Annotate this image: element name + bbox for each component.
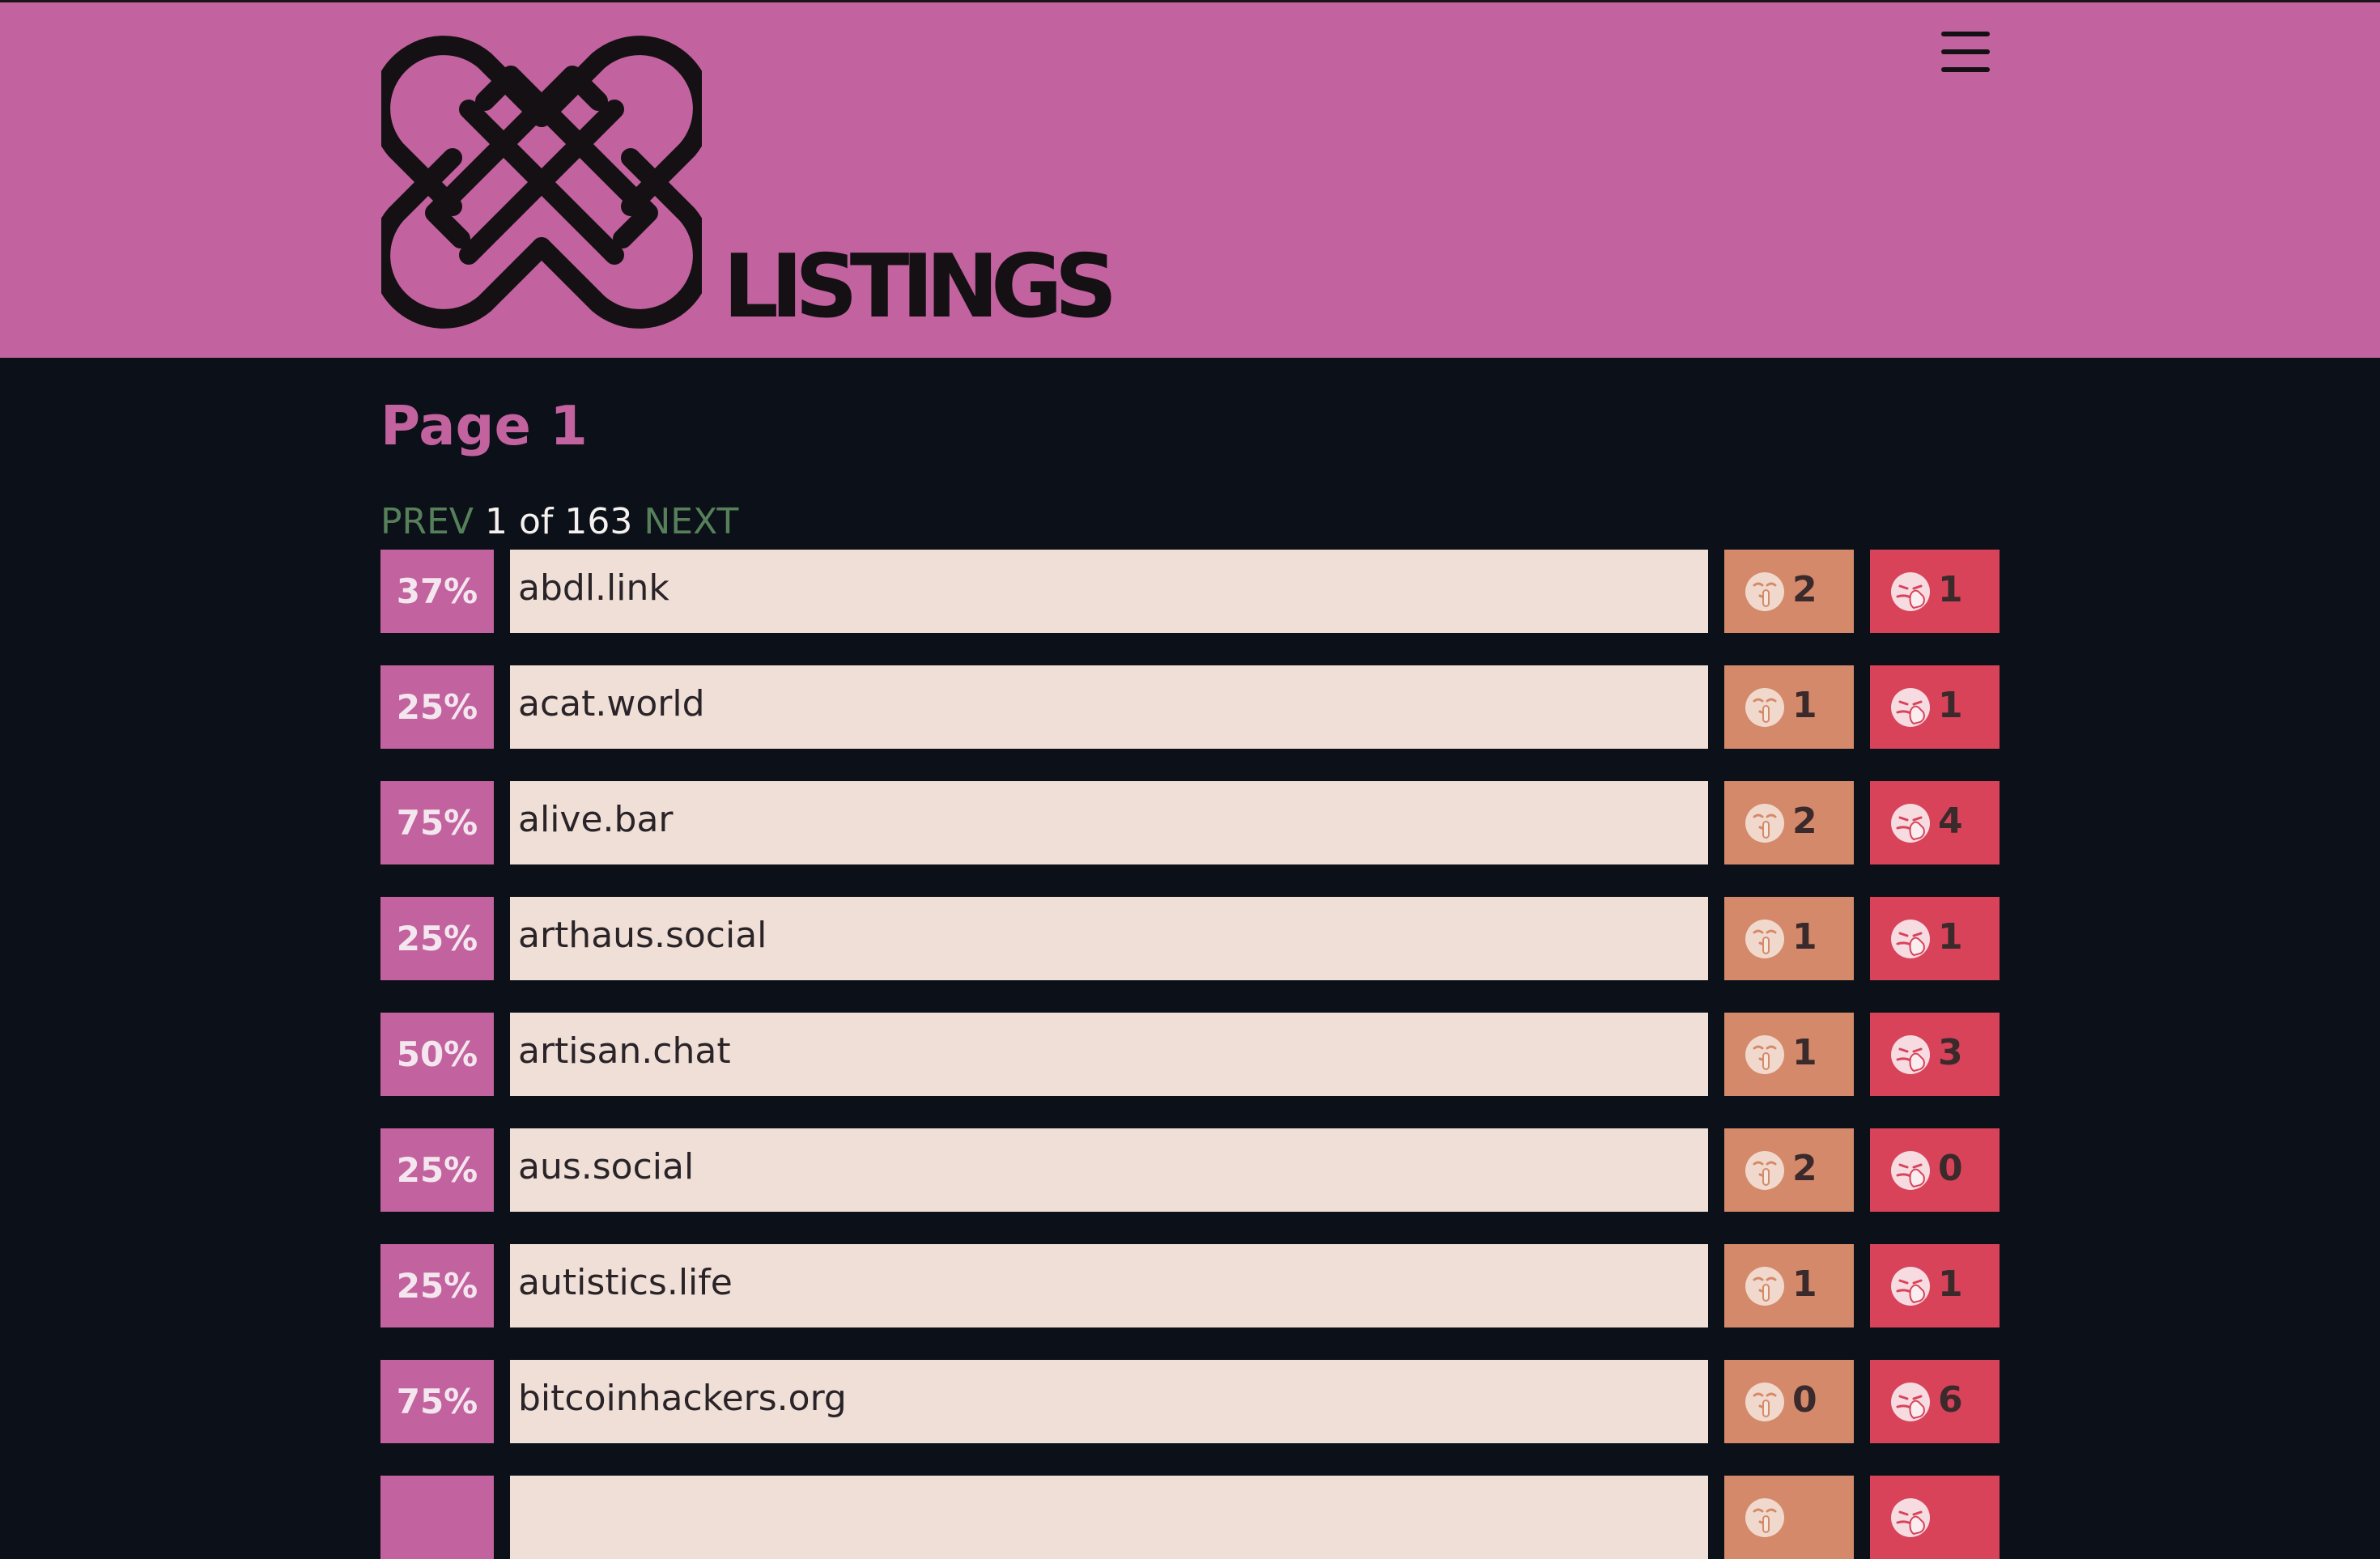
instance-domain-link[interactable]: artisan.chat	[510, 1013, 1708, 1096]
match-percent-badge: 25%	[380, 1128, 494, 1212]
list-item: 25% aus.social 2 0	[380, 1128, 2000, 1212]
silence-count: 1	[1792, 1032, 1817, 1073]
match-percent-badge: 75%	[380, 1360, 494, 1443]
match-percent-badge: 37%	[380, 550, 494, 633]
instance-domain-link[interactable]	[510, 1476, 1708, 1559]
silence-count: 0	[1792, 1379, 1817, 1421]
block-count: 1	[1938, 685, 1963, 726]
silence-count: 1	[1792, 916, 1817, 958]
prev-link[interactable]: PREV	[380, 501, 474, 542]
silence-count-button[interactable]: 1	[1724, 897, 1854, 980]
site-header: LISTINGS	[0, 0, 2380, 358]
block-count: 4	[1938, 801, 1963, 842]
silence-count-button[interactable]: 1	[1724, 1013, 1854, 1096]
match-percent-badge: 75%	[380, 781, 494, 864]
block-count-button[interactable]: 1	[1870, 1244, 2000, 1327]
list-item: 37% abdl.link 2 1	[380, 550, 2000, 633]
silence-count-button[interactable]	[1724, 1476, 1854, 1559]
silence-count-button[interactable]: 1	[1724, 1244, 1854, 1327]
block-count-button[interactable]: 4	[1870, 781, 2000, 864]
block-count-button[interactable]: 1	[1870, 550, 2000, 633]
silence-count-button[interactable]: 2	[1724, 781, 1854, 864]
instance-domain-link[interactable]: alive.bar	[510, 781, 1708, 864]
silence-count: 2	[1792, 801, 1817, 842]
block-count-button[interactable]: 6	[1870, 1360, 2000, 1443]
page-title: Page 1	[380, 394, 588, 457]
silence-count: 2	[1792, 569, 1817, 610]
list-item: 25% acat.world 1 1	[380, 665, 2000, 749]
match-percent-badge: 50%	[380, 1013, 494, 1096]
match-percent-badge: 25%	[380, 897, 494, 980]
block-count: 0	[1938, 1148, 1963, 1189]
next-link[interactable]: NEXT	[644, 501, 738, 542]
block-count: 1	[1938, 569, 1963, 610]
match-percent-badge: 25%	[380, 1244, 494, 1327]
match-percent-badge	[380, 1476, 494, 1559]
interlaced-knot-logo-icon[interactable]	[381, 22, 702, 342]
instance-domain-link[interactable]: acat.world	[510, 665, 1708, 749]
instance-domain-link[interactable]: abdl.link	[510, 550, 1708, 633]
list-item: 75% alive.bar 2 4	[380, 781, 2000, 864]
block-count: 1	[1938, 1264, 1963, 1305]
list-item: 25% autistics.life 1 1	[380, 1244, 2000, 1327]
block-count-button[interactable]: 1	[1870, 897, 2000, 980]
match-percent-badge: 25%	[380, 665, 494, 749]
block-count-button[interactable]: 0	[1870, 1128, 2000, 1212]
block-count: 1	[1938, 916, 1963, 958]
silence-count-button[interactable]: 2	[1724, 1128, 1854, 1212]
instance-domain-link[interactable]: arthaus.social	[510, 897, 1708, 980]
block-count-button[interactable]	[1870, 1476, 2000, 1559]
brand-title: LISTINGS	[723, 236, 1117, 338]
instance-domain-link[interactable]: aus.social	[510, 1128, 1708, 1212]
silence-count-button[interactable]: 1	[1724, 665, 1854, 749]
list-item	[380, 1476, 2000, 1559]
pagination: PREV 1 of 163 NEXT	[380, 495, 738, 549]
silence-count-button[interactable]: 0	[1724, 1360, 1854, 1443]
block-count-button[interactable]: 3	[1870, 1013, 2000, 1096]
silence-count-button[interactable]: 2	[1724, 550, 1854, 633]
hamburger-menu-icon[interactable]	[1938, 27, 1996, 77]
page-position: 1 of 163	[485, 501, 633, 542]
instance-domain-link[interactable]: autistics.life	[510, 1244, 1708, 1327]
list-item: 50% artisan.chat 1 3	[380, 1013, 2000, 1096]
block-count-button[interactable]: 1	[1870, 665, 2000, 749]
block-count: 3	[1938, 1032, 1963, 1073]
instance-domain-link[interactable]: bitcoinhackers.org	[510, 1360, 1708, 1443]
list-item: 75% bitcoinhackers.org 0 6	[380, 1360, 2000, 1443]
silence-count: 1	[1792, 1264, 1817, 1305]
silence-count: 1	[1792, 685, 1817, 726]
list-item: 25% arthaus.social 1 1	[380, 897, 2000, 980]
silence-count: 2	[1792, 1148, 1817, 1189]
block-count: 6	[1938, 1379, 1963, 1421]
